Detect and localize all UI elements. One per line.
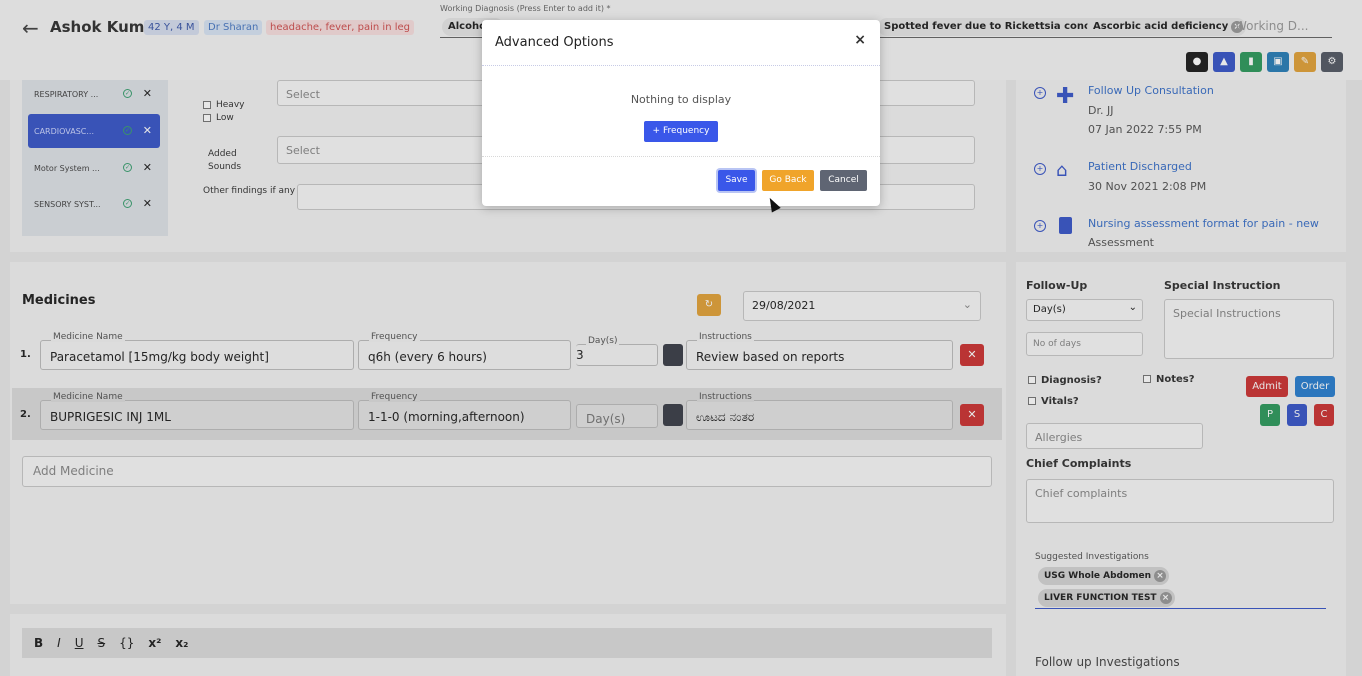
modal-title: Advanced Options: [495, 35, 614, 50]
cancel-button[interactable]: Cancel: [820, 170, 867, 191]
modal-divider: [482, 65, 880, 66]
add-frequency-button[interactable]: + Frequency: [644, 121, 718, 142]
save-button[interactable]: Save: [718, 170, 755, 191]
go-back-button[interactable]: Go Back: [762, 170, 814, 191]
advanced-options-modal: Advanced Options × Nothing to display + …: [482, 20, 880, 206]
close-icon[interactable]: ×: [854, 32, 866, 48]
modal-divider: [482, 156, 880, 157]
empty-message: Nothing to display: [630, 93, 732, 106]
